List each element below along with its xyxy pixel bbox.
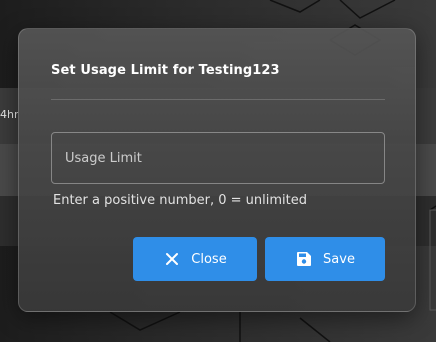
usage-limit-input[interactable] bbox=[65, 147, 365, 169]
save-button-label: Save bbox=[323, 251, 355, 267]
close-button[interactable]: Close bbox=[133, 237, 257, 281]
save-icon bbox=[295, 250, 313, 268]
usage-limit-field[interactable] bbox=[51, 132, 385, 184]
close-icon bbox=[163, 250, 181, 268]
save-button[interactable]: Save bbox=[265, 237, 385, 281]
title-divider bbox=[51, 99, 385, 100]
close-button-label: Close bbox=[191, 251, 227, 267]
helper-text: Enter a positive number, 0 = unlimited bbox=[53, 193, 308, 208]
usage-limit-dialog: Set Usage Limit for Testing123 Enter a p… bbox=[18, 28, 416, 312]
dialog-title: Set Usage Limit for Testing123 bbox=[51, 63, 280, 78]
